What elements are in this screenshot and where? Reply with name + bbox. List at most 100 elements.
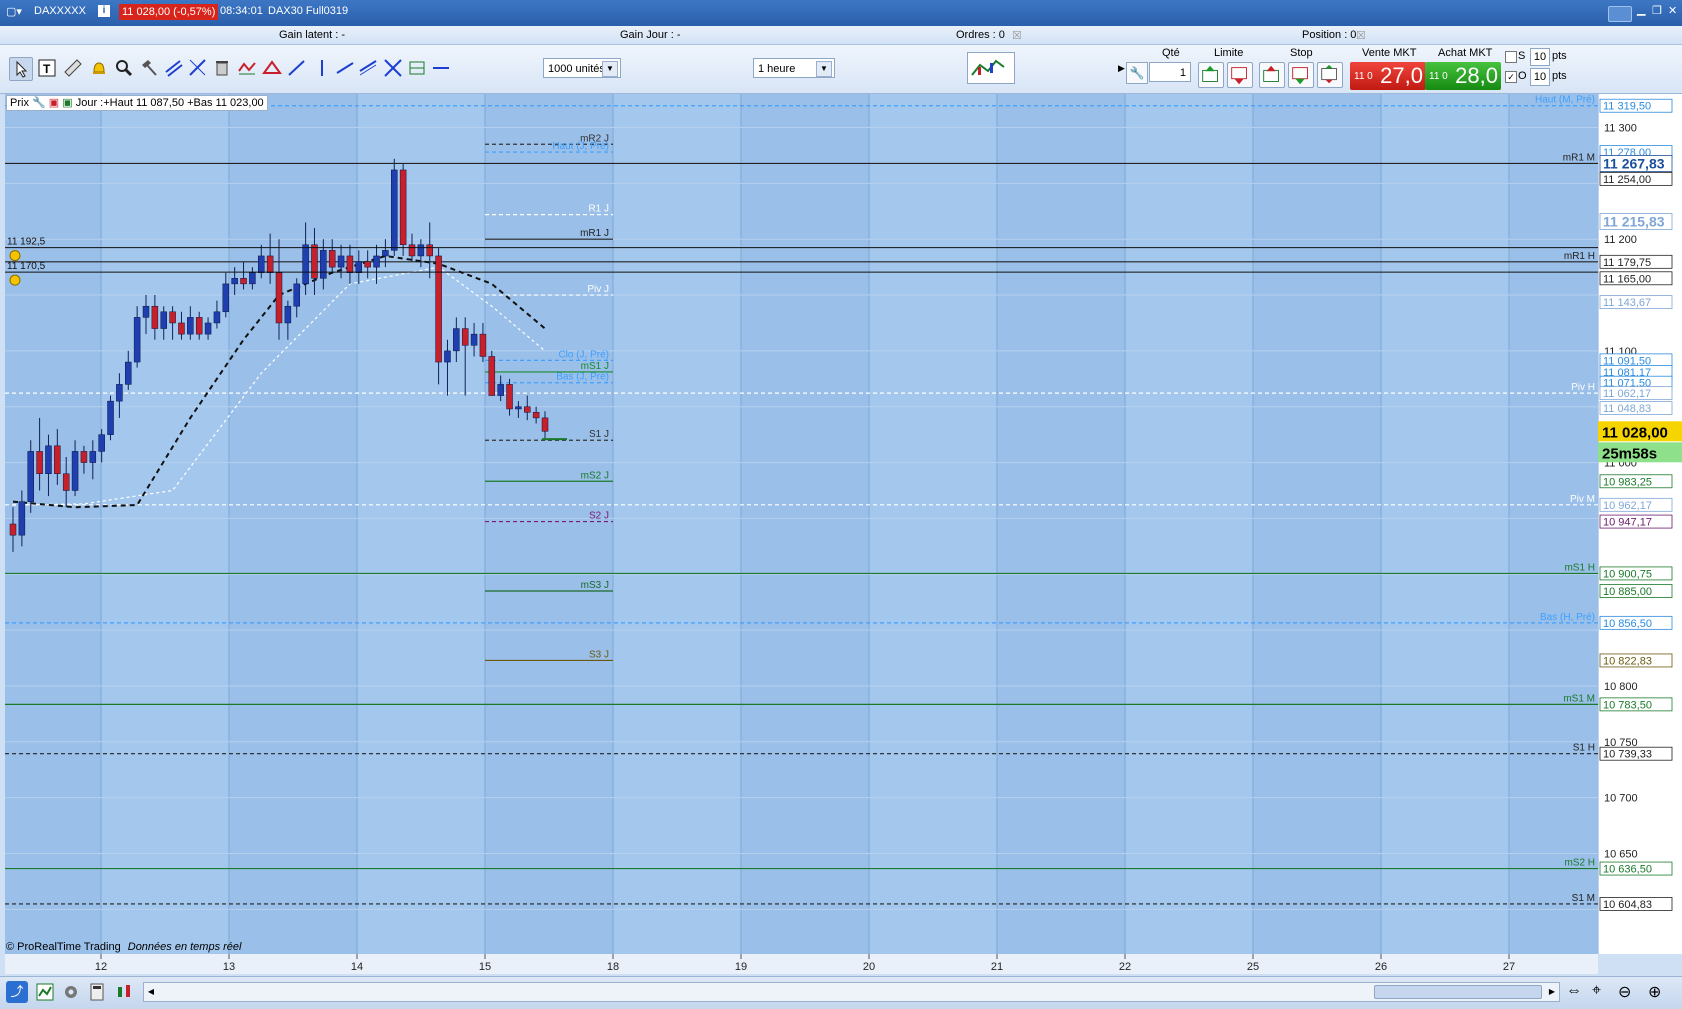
achat-label: Achat MKT [1438, 47, 1493, 59]
scroll-thumb[interactable] [1374, 985, 1542, 999]
vertical-line-icon[interactable] [311, 57, 333, 79]
settings-gear-icon[interactable] [60, 981, 82, 1003]
bottom-toolbar: ⤴ ◀ ▶ ⇔ ⌖ ⊖ ⊕ [0, 976, 1682, 1009]
hammer-icon[interactable] [138, 57, 160, 79]
scroll-right-icon[interactable]: ▶ [1545, 983, 1559, 1001]
zoom-in-icon[interactable]: ⊕ [1648, 982, 1661, 1002]
sell-market-button[interactable]: 11 0 27,0 [1350, 62, 1426, 90]
ruler-icon[interactable] [62, 57, 84, 79]
level-label: mS2 H [1564, 858, 1595, 869]
grid-tool-icon[interactable] [406, 57, 428, 79]
day-band [997, 94, 1125, 954]
o-checkbox[interactable]: ✓ [1505, 71, 1517, 83]
settings-wrench-icon[interactable]: 🔧 [1126, 62, 1148, 84]
candle-body [71, 451, 79, 491]
candle-body [266, 255, 274, 273]
y-tick-label: 10 700 [1604, 793, 1638, 805]
o-pts-input[interactable]: 10 [1530, 68, 1550, 86]
candle-body [399, 169, 407, 246]
zoom-out-icon[interactable]: ⊖ [1618, 982, 1631, 1002]
price-label: 11 267,83 [1603, 155, 1665, 171]
collapse-arrow-icon[interactable]: ▶ [1118, 50, 1125, 86]
bracket-order-button[interactable] [1317, 62, 1343, 88]
price-chart[interactable]: Haut (M, Pré)mR2 JHaut (J, Pré)mR1 MR1 J… [5, 94, 1598, 954]
level-label: S2 J [589, 511, 609, 522]
timeframe-select[interactable]: 1 heure ▼ [753, 58, 835, 78]
ordres-close-icon[interactable]: ☒ [1012, 29, 1022, 42]
wave-tool-icon[interactable] [236, 57, 258, 79]
price-axis[interactable]: 11 30011 20011 10011 00010 90010 80010 7… [1598, 94, 1682, 954]
cross-line-icon[interactable] [187, 57, 209, 79]
s-pts-label: pts [1552, 50, 1567, 62]
sell-stop-button[interactable] [1288, 62, 1314, 88]
candle-type-icon[interactable] [113, 981, 135, 1003]
trendline-icon[interactable] [286, 57, 308, 79]
triangle-tool-icon[interactable] [261, 57, 283, 79]
info-icon[interactable]: i [98, 5, 110, 17]
price-label: 11 165,00 [1603, 273, 1651, 285]
price-label: 11 048,83 [1603, 403, 1651, 415]
chart-header: Prix 🔧 ▣ ▣ Jour :+Haut 11 087,50 +Bas 11… [6, 95, 268, 111]
quantity-select[interactable]: 1000 unités ▼ [543, 58, 621, 78]
minimize-icon[interactable]: ▁ [1637, 3, 1645, 16]
horizontal-line-icon[interactable] [430, 57, 452, 79]
alert-bell-icon [9, 250, 21, 262]
horizontal-scrollbar[interactable]: ◀ ▶ [143, 982, 1560, 1002]
trash-icon[interactable] [211, 57, 233, 79]
level-label: mR1 H [1564, 251, 1595, 262]
sell-limit-button[interactable] [1227, 62, 1253, 88]
position-close-icon[interactable]: ☒ [1356, 29, 1366, 42]
price-label: 10 900,75 [1603, 568, 1652, 580]
qty-input[interactable]: 1 [1149, 62, 1191, 82]
indicator-list-icon[interactable] [34, 981, 56, 1003]
close-icon[interactable]: ✕ [1668, 4, 1677, 17]
window-menu-icon[interactable]: ▢▾ [6, 5, 22, 18]
candle-body [497, 384, 504, 396]
symbol-label[interactable]: DAXXXXX [34, 5, 86, 17]
instrument-label: DAX30 Full0319 [268, 5, 349, 17]
parallel-lines-icon[interactable] [163, 57, 185, 79]
s-checkbox[interactable] [1505, 51, 1517, 63]
svg-text:T: T [43, 62, 51, 76]
alert-bell-icon[interactable] [88, 57, 110, 79]
add-indicator-icon[interactable]: ▣ [62, 97, 72, 109]
text-tool-icon[interactable]: T [36, 57, 58, 79]
o-pts-label: pts [1552, 70, 1567, 82]
x-tick-label: 12 [95, 961, 107, 973]
wrench-icon[interactable]: 🔧 [32, 97, 46, 109]
x-tick-label: 26 [1375, 961, 1387, 973]
x-tick-label: 22 [1119, 961, 1131, 973]
zoom-icon[interactable] [113, 57, 135, 79]
chart-type-button[interactable] [967, 52, 1015, 84]
buy-market-button[interactable]: 11 0 28,0 [1425, 62, 1501, 90]
candle-body [408, 244, 416, 257]
channel-icon[interactable] [357, 57, 379, 79]
candle-body [62, 473, 70, 491]
fibonacci-icon[interactable] [382, 57, 404, 79]
fit-width-icon[interactable]: ⇔ [1566, 982, 1582, 1000]
cursor-icon[interactable] [9, 57, 33, 81]
buy-limit-button[interactable] [1198, 62, 1224, 88]
candle-body [417, 244, 425, 257]
price-label: 11 062,17 [1603, 388, 1651, 400]
share-icon[interactable]: ⤴ [6, 981, 28, 1003]
quantity-select-value: 1000 unités [548, 63, 605, 75]
scroll-left-icon[interactable]: ◀ [144, 983, 158, 1001]
keyboard-icon[interactable] [1608, 6, 1632, 22]
candle-body [532, 412, 540, 419]
day-band [1381, 94, 1509, 954]
ray-icon[interactable] [334, 57, 356, 79]
x-tick-label: 19 [735, 961, 747, 973]
candle-body [355, 261, 363, 273]
candle-body [346, 255, 354, 273]
prix-label: Prix [10, 97, 29, 109]
alert-value: 11 170,5 [7, 261, 46, 272]
candle-body [204, 322, 212, 335]
autoscale-icon[interactable]: ⌖ [1592, 982, 1601, 1000]
remove-indicator-icon[interactable]: ▣ [49, 97, 59, 109]
restore-icon[interactable]: ❐ [1652, 4, 1662, 17]
calculator-icon[interactable] [86, 981, 108, 1003]
price-label: 11 215,83 [1603, 214, 1665, 230]
buy-stop-button[interactable] [1259, 62, 1285, 88]
s-pts-input[interactable]: 10 [1530, 48, 1550, 66]
